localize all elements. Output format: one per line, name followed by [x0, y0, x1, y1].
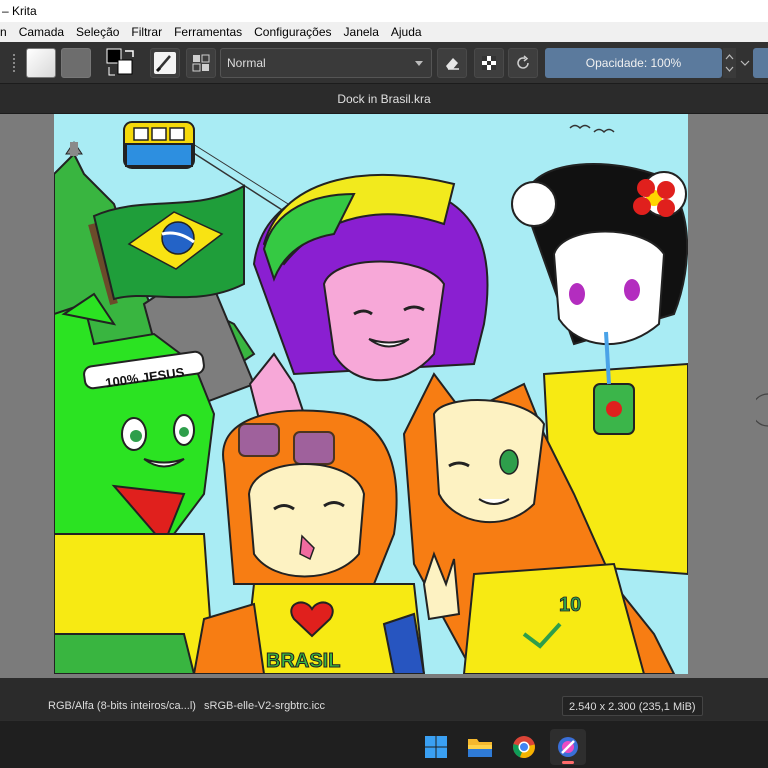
windows-taskbar	[0, 720, 768, 768]
brush-preset-icon[interactable]	[150, 48, 180, 78]
eraser-mode-icon[interactable]	[437, 48, 467, 78]
window-title: – Krita	[2, 4, 37, 18]
image-size-label[interactable]: 2.540 x 2.300 (235,1 MiB)	[562, 696, 703, 716]
menu-bar: n Camada Seleção Filtrar Ferramentas Con…	[0, 22, 768, 42]
color-model-label[interactable]: RGB/Alfa (8-bits inteiros/ca...l)	[48, 700, 196, 712]
menu-item-partial[interactable]: n	[0, 22, 13, 42]
reload-preset-icon[interactable]	[508, 48, 538, 78]
menu-item-filtrar[interactable]: Filtrar	[125, 22, 168, 42]
jersey-number-text: 10	[559, 594, 581, 616]
file-explorer-icon[interactable]	[462, 729, 498, 765]
artwork-illustration: 100% JESUS BRASIL 10	[54, 114, 688, 674]
menu-item-ferramentas[interactable]: Ferramentas	[168, 22, 248, 42]
opacity-label: Opacidade: 100%	[585, 56, 682, 70]
blend-mode-value: Normal	[227, 56, 266, 70]
shirt-text: BRASIL	[266, 650, 340, 672]
opacity-spin-buttons[interactable]	[723, 48, 736, 78]
pattern-selector-swatch[interactable]	[61, 48, 91, 78]
brush-settings-icon[interactable]	[186, 48, 216, 78]
fg-bg-color-selector[interactable]	[106, 48, 138, 78]
chrome-icon[interactable]	[506, 729, 542, 765]
chevron-down-icon[interactable]	[738, 48, 752, 78]
window-titlebar: – Krita	[0, 0, 768, 22]
blend-mode-dropdown[interactable]: Normal	[220, 48, 432, 78]
artwork-canvas[interactable]: 100% JESUS BRASIL 10	[54, 114, 688, 674]
menu-item-camada[interactable]: Camada	[13, 22, 70, 42]
flow-slider[interactable]	[753, 48, 768, 78]
krita-icon[interactable]	[550, 729, 586, 765]
gradient-selector-swatch[interactable]	[26, 48, 56, 78]
menu-item-selecao[interactable]: Seleção	[70, 22, 125, 42]
brush-toolbar: Normal Opacidade: 100%	[0, 42, 768, 84]
opacity-slider[interactable]: Opacidade: 100%	[545, 48, 722, 78]
status-bar: RGB/Alfa (8-bits inteiros/ca...l) sRGB-e…	[0, 678, 768, 720]
canvas-edge-handle-icon[interactable]	[756, 392, 768, 428]
chevron-down-icon	[415, 61, 423, 66]
menu-item-configuracoes[interactable]: Configurações	[248, 22, 337, 42]
menu-item-janela[interactable]: Janela	[338, 22, 385, 42]
preserve-alpha-icon[interactable]	[474, 48, 504, 78]
color-profile-label: sRGB-elle-V2-srgbtrc.icc	[204, 700, 326, 712]
menu-item-ajuda[interactable]: Ajuda	[385, 22, 428, 42]
document-tab-bar: Dock in Brasil.kra	[0, 84, 768, 114]
canvas-area[interactable]: 100% JESUS BRASIL 10	[0, 114, 768, 690]
windows-start-icon[interactable]	[418, 729, 454, 765]
toolbar-grip-handle[interactable]	[13, 54, 18, 72]
cable-car-icon	[123, 121, 195, 169]
document-title[interactable]: Dock in Brasil.kra	[337, 92, 430, 106]
